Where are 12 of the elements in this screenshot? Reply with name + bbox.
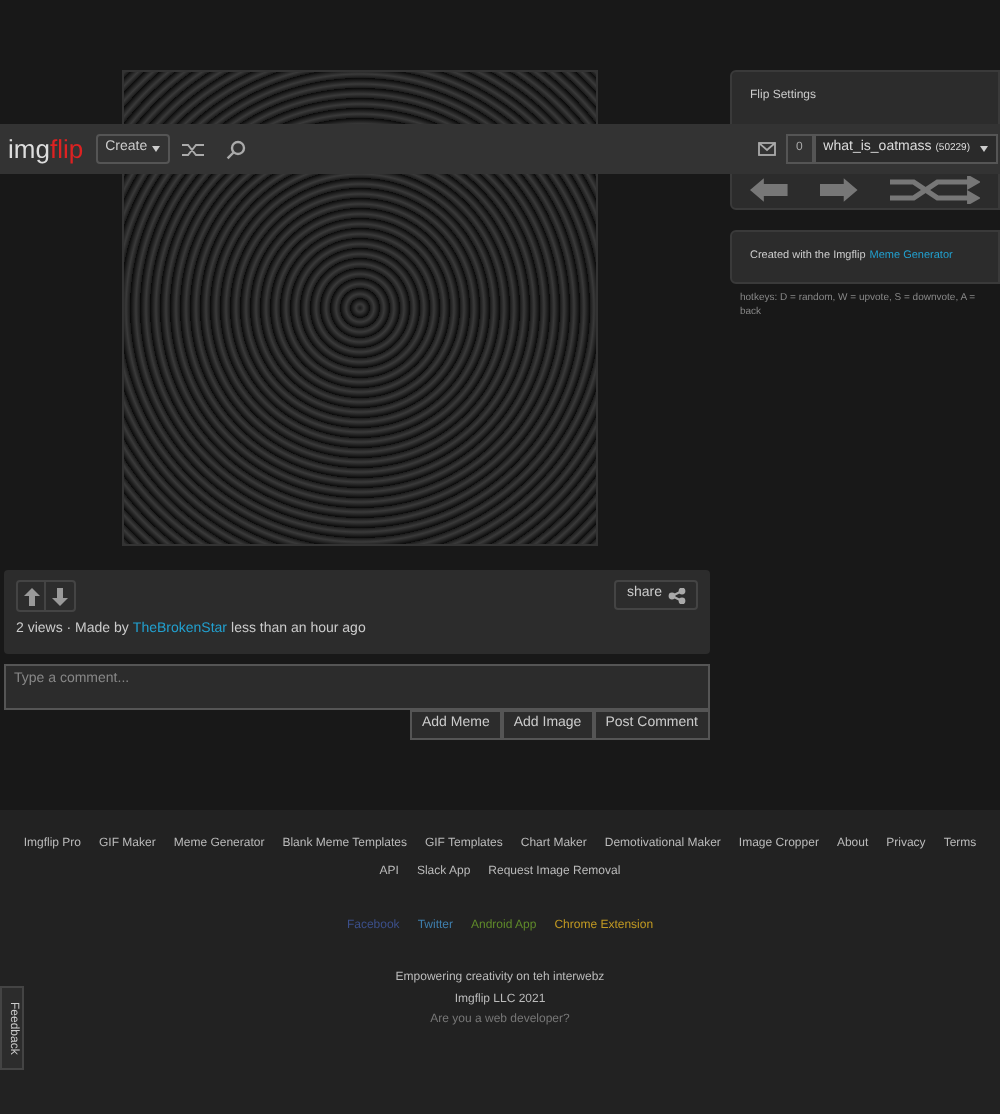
caret-icon [980, 146, 988, 152]
up-arrow-icon [23, 587, 39, 605]
share-icon [668, 587, 686, 603]
shuffle-icon[interactable] [889, 176, 981, 204]
search-icon[interactable] [225, 139, 246, 159]
down-arrow-icon [52, 587, 68, 605]
left-arrow-icon[interactable] [750, 178, 788, 202]
right-arrow-icon[interactable] [819, 178, 858, 202]
mail-icon[interactable] [757, 142, 776, 156]
shuffle-icon[interactable] [181, 141, 206, 157]
caret-icon [151, 146, 160, 152]
imgflip-logo[interactable]: imgflip [8, 136, 84, 162]
